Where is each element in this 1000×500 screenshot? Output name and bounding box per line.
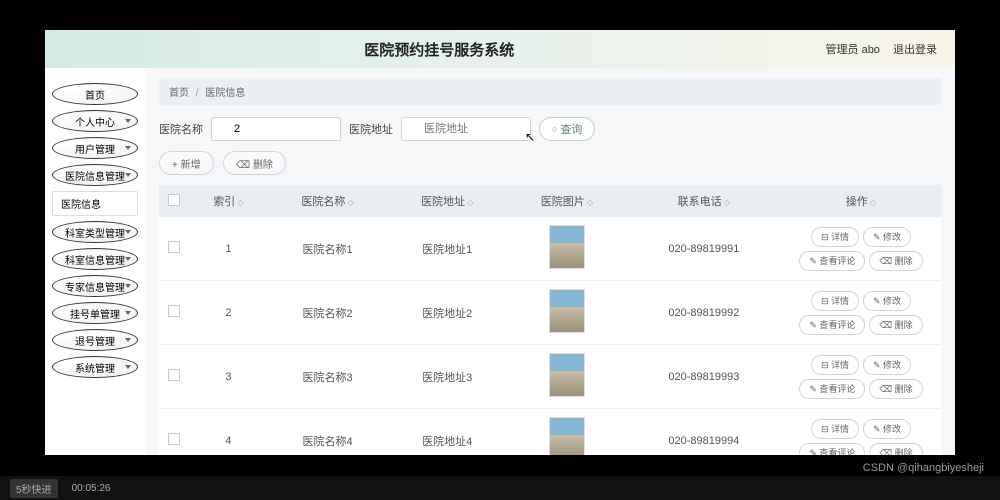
edit-button[interactable]: ✎ 修改 <box>863 227 911 247</box>
col-5: 联系电话 <box>627 185 781 217</box>
name-input[interactable] <box>211 117 341 141</box>
row-delete-button[interactable]: ⌫ 删除 <box>869 443 922 456</box>
cell-idx: 3 <box>189 345 268 409</box>
logout-link[interactable]: 退出登录 <box>893 44 937 56</box>
query-button[interactable]: 查询 <box>539 117 595 141</box>
row-checkbox[interactable] <box>168 305 180 317</box>
cell-idx: 1 <box>189 217 268 281</box>
admin-label[interactable]: 管理员 abo <box>826 44 880 56</box>
comment-button[interactable]: ✎ 查看评论 <box>799 379 865 399</box>
table-row: 3医院名称3医院地址3 020-89819993 ⊟ 详情✎ 修改 ✎ 查看评论⌫ 删… <box>159 345 941 409</box>
detail-button[interactable]: ⊟ 详情 <box>811 355 859 375</box>
cell-name: 医院名称3 <box>268 345 388 409</box>
main-content: 首页 / 医院信息 医院名称 医院地址 查询 + 新增 ⌫ 删除 索引医院名称医… <box>145 68 955 455</box>
detail-button[interactable]: ⊟ 详情 <box>811 419 859 439</box>
cell-phone: 020-89819992 <box>627 281 781 345</box>
delete-button[interactable]: ⌫ 删除 <box>223 151 286 175</box>
row-checkbox[interactable] <box>168 241 180 253</box>
watermark: CSDN @qihangbiyesheji <box>863 462 984 474</box>
edit-button[interactable]: ✎ 修改 <box>863 355 911 375</box>
skip-tag: 5秒快进 <box>10 479 58 498</box>
sidebar-item-2[interactable]: 用户管理 <box>52 137 138 159</box>
crumb-home[interactable]: 首页 <box>169 88 189 99</box>
video-controls[interactable]: 5秒快进 00:05:26 <box>0 476 1000 500</box>
edit-button[interactable]: ✎ 修改 <box>863 291 911 311</box>
cell-name: 医院名称4 <box>268 409 388 456</box>
row-delete-button[interactable]: ⌫ 删除 <box>869 379 922 399</box>
cell-addr: 医院地址3 <box>387 345 507 409</box>
row-checkbox[interactable] <box>168 433 180 445</box>
col-1: 索引 <box>189 185 268 217</box>
detail-button[interactable]: ⊟ 详情 <box>811 291 859 311</box>
cell-phone: 020-89819993 <box>627 345 781 409</box>
table-row: 1医院名称1医院地址1 020-89819991 ⊟ 详情✎ 修改 ✎ 查看评论⌫ 删… <box>159 217 941 281</box>
sidebar-item-5[interactable]: 科室信息管理 <box>52 248 138 270</box>
data-table: 索引医院名称医院地址医院图片联系电话操作 1医院名称1医院地址1 020-8981… <box>159 185 941 455</box>
add-button[interactable]: + 新增 <box>159 151 214 175</box>
cell-name: 医院名称1 <box>268 217 388 281</box>
sidebar-item-4[interactable]: 科室类型管理 <box>52 221 138 243</box>
col-4: 医院图片 <box>507 185 627 217</box>
comment-button[interactable]: ✎ 查看评论 <box>799 251 865 271</box>
hospital-image <box>549 417 585 455</box>
row-delete-button[interactable]: ⌫ 删除 <box>869 251 922 271</box>
sidebar-item-3[interactable]: 医院信息管理 <box>52 164 138 186</box>
cell-name: 医院名称2 <box>268 281 388 345</box>
row-delete-button[interactable]: ⌫ 删除 <box>869 315 922 335</box>
comment-button[interactable]: ✎ 查看评论 <box>799 443 865 456</box>
col-2: 医院名称 <box>268 185 388 217</box>
table-row: 2医院名称2医院地址2 020-89819992 ⊟ 详情✎ 修改 ✎ 查看评论⌫ 删… <box>159 281 941 345</box>
crumb-current: 医院信息 <box>205 88 245 99</box>
cell-addr: 医院地址1 <box>387 217 507 281</box>
detail-button[interactable]: ⊟ 详情 <box>811 227 859 247</box>
action-row: + 新增 ⌫ 删除 <box>159 151 941 175</box>
app-header: 医院预约挂号服务系统 管理员 abo 退出登录 <box>45 30 955 68</box>
video-time: 00:05:26 <box>72 483 111 494</box>
sidebar-item-9[interactable]: 系统管理 <box>52 356 138 378</box>
sidebar-item-8[interactable]: 退号管理 <box>52 329 138 351</box>
sidebar-item-6[interactable]: 专家信息管理 <box>52 275 138 297</box>
hospital-image <box>549 225 585 269</box>
edit-button[interactable]: ✎ 修改 <box>863 419 911 439</box>
hospital-image <box>549 353 585 397</box>
cell-idx: 4 <box>189 409 268 456</box>
cell-addr: 医院地址4 <box>387 409 507 456</box>
cell-addr: 医院地址2 <box>387 281 507 345</box>
breadcrumb: 首页 / 医院信息 <box>159 78 941 105</box>
search-bar: 医院名称 医院地址 查询 <box>159 117 941 141</box>
crumb-sep: / <box>196 88 199 99</box>
col-3: 医院地址 <box>387 185 507 217</box>
checkbox-all[interactable] <box>168 194 180 206</box>
comment-button[interactable]: ✎ 查看评论 <box>799 315 865 335</box>
table-row: 4医院名称4医院地址4 020-89819994 ⊟ 详情✎ 修改 ✎ 查看评论 ⌫ 删… <box>159 409 941 456</box>
col-0 <box>159 185 189 217</box>
app-title: 医院预约挂号服务系统 <box>63 39 816 60</box>
sidebar-item-1[interactable]: 个人中心 <box>52 110 138 132</box>
cell-phone: 020-89819994 <box>627 409 781 456</box>
sidebar: 首页个人中心用户管理医院信息管理医院信息科室类型管理科室信息管理专家信息管理挂号… <box>45 68 145 455</box>
hospital-image <box>549 289 585 333</box>
sidebar-item-7[interactable]: 挂号单管理 <box>52 302 138 324</box>
cell-idx: 2 <box>189 281 268 345</box>
name-label: 医院名称 <box>159 121 203 137</box>
sidebar-sub-3[interactable]: 医院信息 <box>52 191 138 216</box>
addr-input[interactable] <box>401 117 531 141</box>
cell-phone: 020-89819991 <box>627 217 781 281</box>
row-checkbox[interactable] <box>168 369 180 381</box>
col-6: 操作 <box>781 185 941 217</box>
sidebar-item-0[interactable]: 首页 <box>52 83 138 105</box>
addr-label: 医院地址 <box>349 121 393 137</box>
